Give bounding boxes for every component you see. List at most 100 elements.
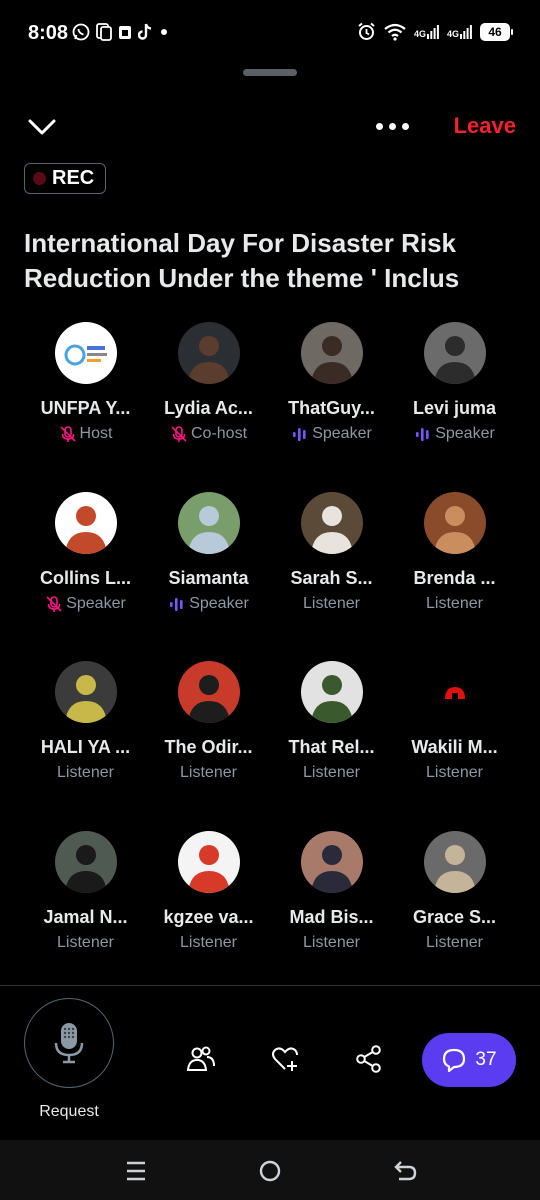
participant-role-row: Listener [180,933,237,953]
rec-badge: REC [24,163,106,194]
participant-role: Listener [180,933,237,951]
participant-card[interactable]: That Rel... Listener [270,661,393,831]
participant-card[interactable]: Siamanta Speaker [147,491,270,662]
home-icon [259,1160,281,1182]
participant-name: Grace S... [412,906,497,927]
participant-card[interactable]: Brenda ... Listener [393,491,516,662]
participant-role: Listener [57,933,114,951]
participant-role: Listener [303,933,360,951]
avatar[interactable] [54,830,117,893]
participant-role: Listener [180,764,237,781]
participant-card[interactable]: Mad Bis... Listener [270,830,393,1001]
participant-role-row: Listener [426,594,483,614]
avatar[interactable] [54,322,117,384]
participant-role-row: Listener [180,763,237,783]
back-icon [394,1161,417,1181]
back-button[interactable] [391,1157,419,1185]
avatar[interactable] [423,491,486,554]
status-right: 4G 4G 46 [357,22,513,41]
participant-role-row: Listener [303,594,360,614]
avatar[interactable] [300,661,363,723]
avatar[interactable] [177,661,240,723]
collapse-button[interactable] [24,112,60,142]
avatar[interactable] [177,830,240,893]
participant-role: Co-host [190,425,248,442]
sim-icon [119,26,131,39]
participant-role-row: Listener [57,763,114,783]
network-type-1: 4G [413,28,426,39]
participant-card[interactable]: HALI YA ... Listener [24,661,147,831]
participant-name: ThatGuy... [288,398,375,418]
participant-role: Host [79,425,113,442]
chat-count: 37 [475,1049,497,1070]
participant-name: UNFPA Y... [40,398,131,418]
recents-button[interactable] [122,1157,150,1185]
mic-muted-icon [46,595,62,612]
whatsapp-icon [72,23,90,41]
participant-name: Brenda ... [413,567,496,588]
more-dot-icon [376,122,383,130]
mic-muted-icon [171,426,187,442]
microphone-icon [54,1023,84,1064]
participant-card[interactable]: The Odir... Listener [147,661,270,831]
status-left-icons [72,23,168,41]
participant-role: Speaker [189,594,249,612]
participant-role-row: Listener [426,763,483,783]
mic-muted-icon [59,426,76,442]
participant-name: HALI YA ... [40,737,131,757]
participant-card[interactable]: Wakili M... Listener [393,661,516,831]
chevron-down-icon [28,119,56,135]
avatar[interactable] [300,491,363,554]
participant-card[interactable]: kgzee va... Listener [147,830,270,1001]
participant-card[interactable]: Lydia Ac... Co-host [147,322,270,492]
avatar[interactable] [423,661,486,723]
request-mic-button[interactable] [24,998,114,1088]
space-title: International Day For Disaster Risk Redu… [24,226,524,296]
cell-signal-1: 4G [413,24,439,39]
avatar[interactable] [423,830,486,893]
avatar[interactable] [54,661,117,723]
participant-card[interactable]: UNFPA Y... Host [24,322,147,492]
home-button[interactable] [256,1157,284,1185]
status-time: 8:08 [28,22,69,44]
tiktok-icon [138,23,152,40]
more-options-button[interactable] [376,118,416,134]
speaking-bars-icon [416,428,429,441]
participant-name: Wakili M... [411,737,498,757]
participant-role-row: Listener [303,763,360,783]
sheet-grabber[interactable] [243,69,297,76]
bottom-divider [0,985,540,986]
participants-button[interactable] [186,1044,216,1074]
signal-bars-icon [426,24,439,39]
participant-card[interactable]: ThatGuy... Speaker [270,322,393,492]
avatar[interactable] [300,322,363,384]
participant-card[interactable]: Levi juma Speaker [393,322,516,492]
participant-role: Speaker [66,594,126,612]
people-icon [186,1046,215,1071]
participant-name: Mad Bis... [289,906,374,927]
avatar[interactable] [177,491,240,554]
chat-button[interactable]: 37 [422,1033,516,1087]
battery-indicator: 46 [480,22,513,41]
participant-card[interactable]: Collins L... Speaker [24,491,147,662]
participant-name: kgzee va... [163,906,254,927]
avatar[interactable] [177,322,240,384]
leave-button[interactable]: Leave [454,113,516,139]
avatar[interactable] [423,322,486,384]
react-button[interactable] [270,1044,300,1074]
participant-card[interactable]: Sarah S... Listener [270,491,393,662]
share-button[interactable] [354,1044,384,1074]
avatar[interactable] [300,830,363,893]
participant-role: Listener [426,594,483,612]
request-label: Request [39,1103,99,1120]
participant-grid: UNFPA Y... Host Lydia Ac... Co-host ThatGuy.… [24,322,516,1000]
comment-icon [443,1048,466,1073]
participant-card[interactable]: Grace S... Listener [393,830,516,1001]
alarm-icon [358,22,375,40]
signal-bars-icon [460,24,472,39]
avatar[interactable] [54,491,117,554]
participant-name: Levi juma [412,398,497,418]
space-title-line-2: Reduction Under the theme ' Inclus [24,263,460,293]
status-bar: 8:08 4G 4G 46 [0,0,540,64]
participant-card[interactable]: Jamal N... Listener [24,830,147,1001]
